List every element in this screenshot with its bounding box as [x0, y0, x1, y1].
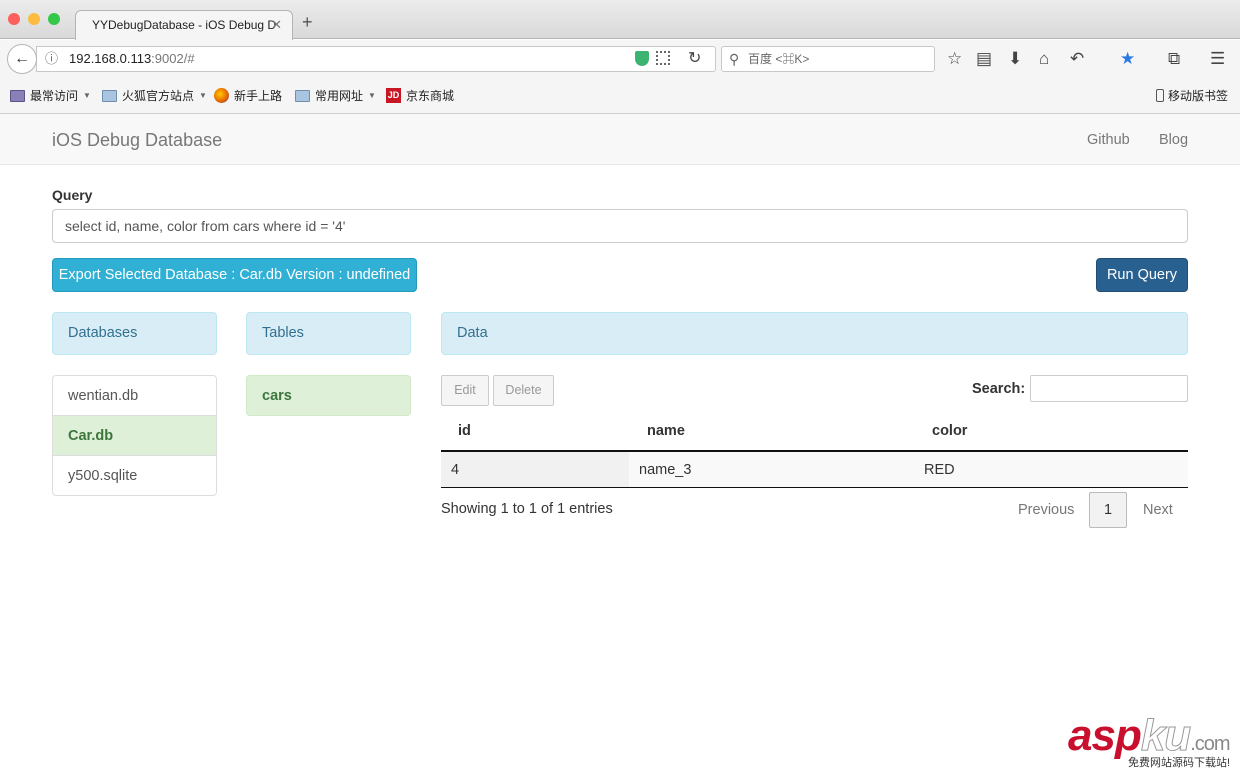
pagination-page-1[interactable]: 1 — [1089, 492, 1127, 528]
export-database-button[interactable]: Export Selected Database : Car.db Versio… — [52, 258, 417, 292]
table-header: id name color — [441, 418, 1188, 452]
table-info: Showing 1 to 1 of 1 entries — [441, 501, 613, 517]
crop-icon[interactable]: ⧉ — [1168, 49, 1180, 69]
watermark-subtitle: 免费网站源码下载站! — [1128, 757, 1231, 769]
reload-icon[interactable]: ↻ — [688, 48, 701, 68]
url-path: :9002/# — [151, 51, 195, 66]
pagination-previous[interactable]: Previous — [1018, 502, 1074, 518]
bookmark-common-sites[interactable]: 常用网址 ▼ — [295, 87, 376, 104]
nav-github-link[interactable]: Github — [1087, 132, 1130, 148]
edit-button[interactable]: Edit — [441, 375, 489, 406]
caret-icon: ▼ — [368, 91, 376, 100]
bookmark-firefox-sites[interactable]: 火狐官方站点 ▼ — [102, 87, 207, 104]
back-button[interactable]: ← — [7, 44, 37, 74]
bookmark-jd[interactable]: JD 京东商城 — [386, 87, 454, 104]
database-item-y500[interactable]: y500.sqlite — [52, 455, 217, 496]
cell-color: RED — [924, 462, 955, 478]
reading-list-icon[interactable]: ▤ — [976, 49, 992, 69]
column-header-name[interactable]: name — [647, 423, 685, 439]
new-tab-button[interactable]: + — [302, 12, 313, 33]
database-item-car[interactable]: Car.db — [52, 415, 217, 456]
table-search-label: Search: — [972, 381, 1026, 397]
databases-panel-heading: Databases — [52, 312, 217, 355]
bookmark-label: 火狐官方站点 — [122, 89, 195, 103]
browser-toolbar: ⓘ 192.168.0.113:9002/# ← ↻ ⚲ 百度 <⌘K> ☆ ▤… — [0, 40, 1240, 78]
query-input[interactable]: select id, name, color from cars where i… — [52, 209, 1188, 243]
bookmark-getting-started[interactable]: 新手上路 — [214, 87, 282, 104]
star-bookmark-icon[interactable]: ☆ — [947, 49, 962, 69]
qr-code-icon[interactable] — [656, 51, 670, 65]
browser-tab[interactable]: YYDebugDatabase - iOS Debug D ✕ — [75, 10, 293, 40]
bookmark-label: 京东商城 — [406, 89, 455, 103]
window-titlebar: YYDebugDatabase - iOS Debug D ✕ + — [0, 0, 1240, 40]
maximize-window-button[interactable] — [48, 13, 60, 25]
bookmark-most-visited[interactable]: 最常访问 ▼ — [10, 87, 91, 104]
app-navbar: iOS Debug Database Github Blog — [0, 114, 1240, 165]
undo-icon[interactable]: ↶ — [1070, 49, 1084, 69]
column-header-id[interactable]: id — [458, 423, 471, 439]
firefox-icon — [214, 88, 229, 103]
jd-logo-icon: JD — [386, 88, 401, 103]
bookmark-label: 最常访问 — [30, 89, 79, 103]
folder-icon — [102, 89, 117, 102]
delete-button[interactable]: Delete — [493, 375, 554, 406]
minimize-window-button[interactable] — [28, 13, 40, 25]
watermark-ku: ku — [1140, 711, 1191, 760]
url-host: 192.168.0.113 — [69, 51, 152, 66]
run-query-button[interactable]: Run Query — [1096, 258, 1188, 292]
tab-close-icon[interactable]: ✕ — [271, 11, 282, 39]
shield-icon[interactable] — [635, 51, 649, 66]
bookmark-label: 常用网址 — [315, 89, 364, 103]
mobile-bookmarks[interactable]: 移动版书签 — [1155, 87, 1228, 104]
search-placeholder: 百度 <⌘K> — [748, 52, 810, 66]
download-icon[interactable]: ⬇ — [1008, 49, 1022, 69]
nav-blog-link[interactable]: Blog — [1159, 132, 1188, 148]
mobile-bookmarks-label: 移动版书签 — [1167, 89, 1228, 103]
tables-panel-heading: Tables — [246, 312, 411, 355]
url-bar[interactable]: ⓘ 192.168.0.113:9002/# — [36, 46, 716, 72]
search-icon: ⚲ — [729, 51, 740, 67]
cell-id: 4 — [451, 462, 460, 478]
table-row[interactable]: 4 name_3 RED — [441, 452, 1188, 488]
home-icon[interactable]: ⌂ — [1039, 49, 1049, 69]
caret-icon: ▼ — [83, 91, 91, 100]
watermark-com: .com — [1190, 733, 1230, 755]
search-bar[interactable]: ⚲ 百度 <⌘K> — [721, 46, 935, 72]
extension-star-icon[interactable]: ★ — [1120, 49, 1135, 69]
camera-folder-icon — [10, 89, 25, 102]
table-search-input[interactable] — [1030, 375, 1188, 402]
pagination-next[interactable]: Next — [1143, 502, 1173, 518]
app-brand[interactable]: iOS Debug Database — [52, 130, 222, 151]
data-panel-heading: Data — [441, 312, 1188, 355]
info-icon[interactable]: ⓘ — [45, 47, 58, 71]
menu-icon[interactable]: ☰ — [1210, 49, 1225, 69]
database-list: wentian.db Car.db y500.sqlite — [52, 375, 217, 496]
back-arrow-icon: ← — [14, 50, 30, 67]
caret-icon: ▼ — [199, 91, 207, 100]
folder-icon — [295, 89, 310, 102]
bookmark-label: 新手上路 — [234, 89, 283, 103]
column-header-color[interactable]: color — [932, 423, 967, 439]
tab-title: YYDebugDatabase - iOS Debug D — [92, 18, 277, 32]
query-label: Query — [52, 187, 93, 203]
bookmarks-bar: 最常访问 ▼ 火狐官方站点 ▼ 新手上路 常用网址 ▼ JD 京东商城 移动版书签 — [0, 78, 1240, 114]
database-item-wentian[interactable]: wentian.db — [52, 375, 217, 416]
table-item-cars[interactable]: cars — [246, 375, 411, 416]
phone-icon — [1155, 89, 1164, 102]
cell-name: name_3 — [639, 462, 692, 478]
close-window-button[interactable] — [8, 13, 20, 25]
watermark-asp: asp — [1068, 711, 1142, 760]
id-cell-bg — [441, 452, 629, 487]
